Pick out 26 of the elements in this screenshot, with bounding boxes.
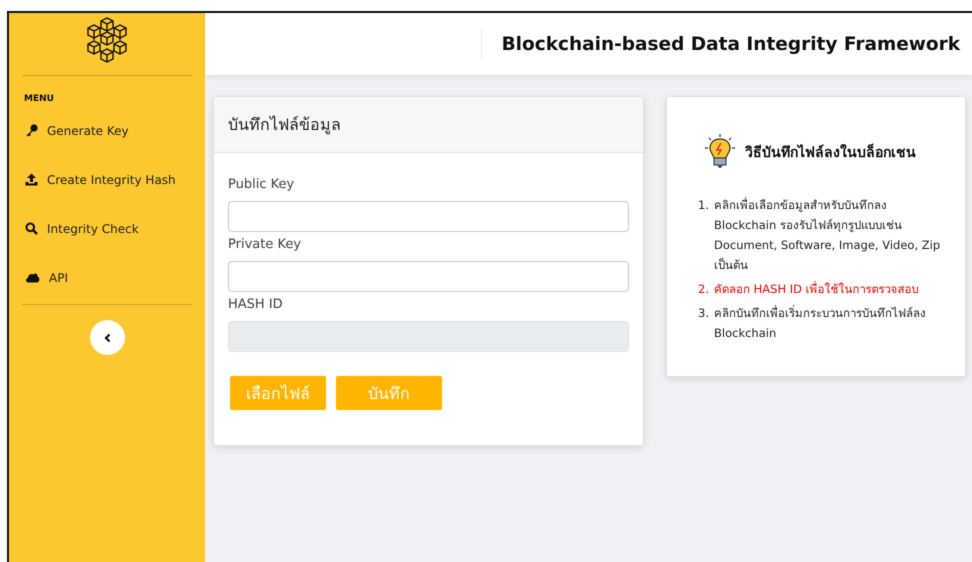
instruction-step: คัดลอก HASH ID เพื่อใช้ในการตรวจสอบ <box>714 279 947 299</box>
step-number: 2. <box>697 281 709 298</box>
field-label: Private Key <box>228 237 302 254</box>
step-number: 3. <box>697 305 709 322</box>
chevron-left-icon <box>104 332 110 342</box>
key-icon <box>25 124 38 137</box>
instruction-step: คลิกบันทึกเพื่อเริ่มกระบวนการบันทึกไฟล์ลง Blockchain <box>714 303 947 343</box>
instruction-step: คลิกเพื่อเลือกข้อมูลสำหรับบันทึกลง Blockchain รองรับไฟล์ทุกรูปแบบเช่น Document, Software, Image, Video, Zip เป็นต้น <box>714 195 947 275</box>
collapse-sidebar-button[interactable] <box>90 320 124 355</box>
app-title: Blockchain-based Data Integrity Framework <box>502 34 960 54</box>
card-title: บันทึกไฟล์ข้อมูล <box>214 97 643 153</box>
field-label: HASH ID <box>228 297 284 314</box>
search-icon <box>25 222 38 235</box>
lightbulb-icon <box>703 133 737 171</box>
text-field[interactable] <box>228 261 629 292</box>
menu-item[interactable]: Create Integrity Hash <box>9 155 205 204</box>
instructions-title: วิธีบันทึกไฟล์ลงในบล็อกเชน <box>745 142 916 163</box>
text-field[interactable] <box>228 201 629 232</box>
menu-item[interactable]: Integrity Check <box>9 204 205 253</box>
cloud-icon <box>25 272 40 283</box>
menu-item[interactable]: Generate Key <box>9 106 205 155</box>
step-number: 1. <box>697 197 709 214</box>
upload-icon <box>25 173 38 186</box>
field-label: Public Key <box>228 177 296 194</box>
menu-item[interactable]: API <box>9 253 205 302</box>
menu-heading: MENU <box>23 93 55 104</box>
